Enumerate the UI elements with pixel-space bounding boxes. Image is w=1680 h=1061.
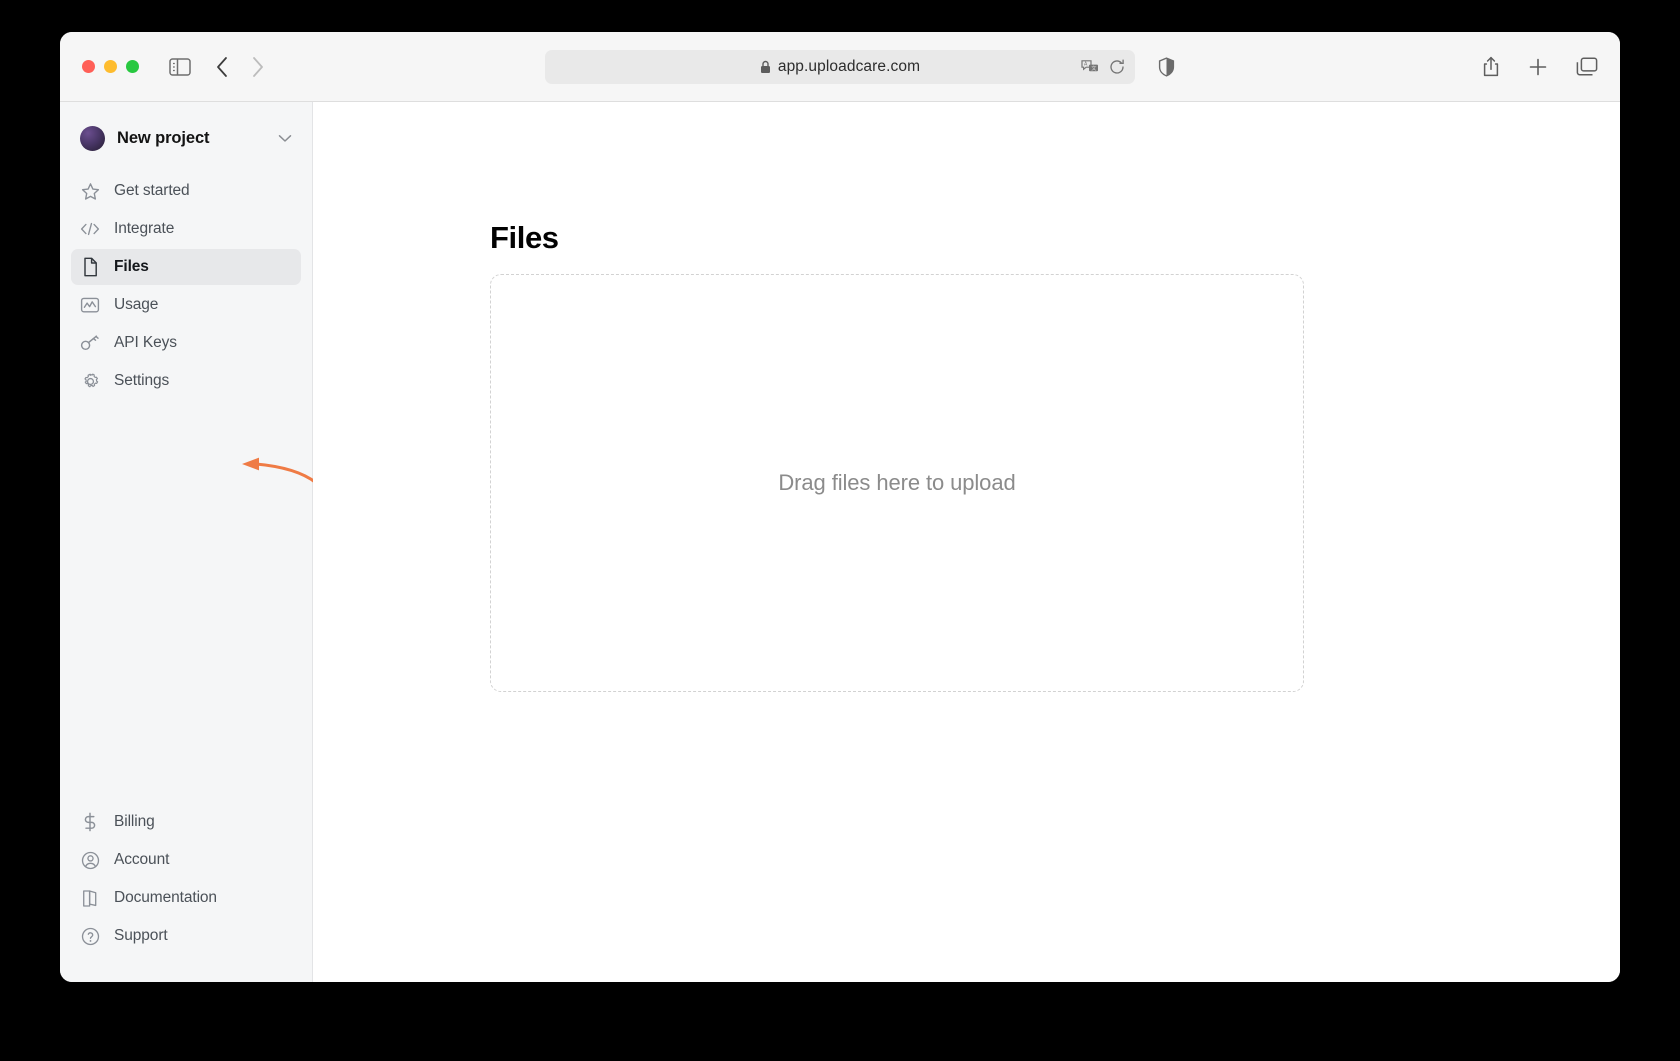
window-body: New project Get started Integrate Files …: [60, 102, 1620, 982]
sidebar-item-label: Files: [114, 258, 149, 275]
share-icon[interactable]: [1482, 56, 1500, 78]
dropzone-label: Drag files here to upload: [778, 470, 1016, 495]
chevron-right-icon[interactable]: [251, 56, 265, 78]
window-controls: [82, 60, 139, 73]
sidebar-primary-nav: Get started Integrate Files Usage API Ke…: [60, 173, 312, 399]
file-icon: [80, 257, 100, 277]
sidebar-item-documentation[interactable]: Documentation: [71, 880, 301, 916]
svg-text:文: 文: [1091, 64, 1096, 71]
main-content: Files Drag files here to upload: [313, 102, 1620, 982]
chevron-left-icon[interactable]: [215, 56, 229, 78]
file-dropzone[interactable]: Drag files here to upload: [490, 274, 1304, 692]
sidebar-item-label: Account: [114, 851, 170, 868]
user-circle-icon: [80, 850, 100, 870]
reload-icon[interactable]: [1109, 59, 1125, 75]
dollar-icon: [80, 812, 100, 832]
sidebar-item-settings[interactable]: Settings: [71, 363, 301, 399]
url-text: app.uploadcare.com: [777, 57, 921, 75]
sidebar-item-account[interactable]: Account: [71, 842, 301, 878]
key-icon: [80, 333, 100, 353]
chevron-down-icon[interactable]: [278, 134, 292, 143]
question-circle-icon: [80, 926, 100, 946]
gear-icon: [80, 371, 100, 391]
star-icon: [80, 181, 100, 201]
sidebar-item-label: Settings: [114, 372, 170, 389]
chart-icon: [80, 295, 100, 315]
tab-overview-icon[interactable]: [1576, 57, 1598, 77]
sidebar-item-api-keys[interactable]: API Keys: [71, 325, 301, 361]
sidebar: New project Get started Integrate Files …: [60, 102, 338, 982]
shield-icon[interactable]: [1158, 56, 1175, 77]
close-button[interactable]: [82, 60, 95, 73]
lock-icon: [760, 60, 771, 74]
minimize-button[interactable]: [104, 60, 117, 73]
address-bar[interactable]: app.uploadcare.com A 文: [545, 49, 1135, 84]
sidebar-item-label: Documentation: [114, 889, 217, 906]
sidebar-item-label: Usage: [114, 296, 159, 313]
toolbar-right-actions: [1482, 56, 1598, 78]
project-avatar: [80, 126, 105, 151]
sidebar-secondary-nav: Billing Account Documentation Support: [60, 804, 312, 968]
project-switcher[interactable]: New project: [76, 124, 296, 153]
translate-icon[interactable]: A 文: [1081, 59, 1099, 75]
sidebar-item-support[interactable]: Support: [71, 918, 301, 954]
sidebar-item-label: Support: [114, 927, 168, 944]
sidebar-item-integrate[interactable]: Integrate: [71, 211, 301, 247]
sidebar-toggle-icon[interactable]: [169, 57, 191, 76]
code-icon: [80, 219, 100, 239]
sidebar-item-label: API Keys: [114, 334, 177, 351]
project-name: New project: [117, 129, 210, 147]
sidebar-item-billing[interactable]: Billing: [71, 804, 301, 840]
address-bar-actions: A 文: [1081, 50, 1125, 84]
sidebar-item-get-started[interactable]: Get started: [71, 173, 301, 209]
sidebar-item-usage[interactable]: Usage: [71, 287, 301, 323]
book-icon: [80, 888, 100, 908]
sidebar-item-label: Billing: [114, 813, 155, 830]
sidebar-item-label: Get started: [114, 182, 190, 199]
browser-toolbar: app.uploadcare.com A 文: [60, 32, 1620, 102]
browser-window: app.uploadcare.com A 文 New project Get s…: [60, 32, 1620, 982]
page-title: Files: [490, 220, 559, 255]
sidebar-item-label: Integrate: [114, 220, 175, 237]
plus-icon[interactable]: [1528, 57, 1548, 77]
maximize-button[interactable]: [126, 60, 139, 73]
sidebar-item-files[interactable]: Files: [71, 249, 301, 285]
